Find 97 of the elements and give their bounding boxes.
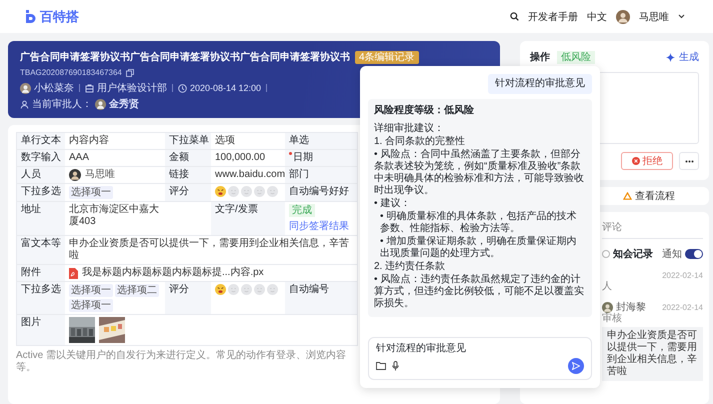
field-label: 下拉多选 bbox=[17, 282, 65, 314]
notify-label: 通知 bbox=[662, 248, 682, 261]
department-name: 用户体验设计部 bbox=[97, 82, 167, 95]
field-value: 选项 bbox=[214, 134, 236, 148]
avatar-icon bbox=[69, 169, 81, 181]
header-link[interactable]: 开发者手册 bbox=[528, 10, 578, 24]
field-value: AAA bbox=[68, 151, 90, 165]
field-label: 日期 bbox=[285, 150, 357, 166]
microphone-icon[interactable] bbox=[392, 361, 399, 371]
comment-note: 审核 bbox=[602, 313, 623, 325]
field-value: 100,000.00 bbox=[214, 151, 266, 165]
header-link[interactable]: 中文 bbox=[587, 10, 607, 24]
field-label: 自动编号好好 bbox=[285, 184, 357, 201]
field-label: 自动编号 bbox=[285, 282, 357, 314]
reject-button[interactable]: 拒绝 bbox=[621, 152, 673, 170]
logo-icon bbox=[26, 10, 38, 23]
created-time: 2020-08-14 12:00 bbox=[190, 83, 262, 93]
person-name: 马思唯 bbox=[85, 169, 115, 181]
field-label: 下拉菜单 bbox=[165, 133, 211, 149]
answer-text: 2. 违约责任条款 bbox=[374, 261, 446, 273]
sync-result-link[interactable]: 同步签署结果 bbox=[289, 221, 349, 233]
send-button[interactable] bbox=[568, 358, 584, 374]
approver-label: 当前审批人： bbox=[32, 98, 92, 111]
field-label: 文字/发票 bbox=[211, 202, 285, 235]
search-icon[interactable] bbox=[510, 12, 519, 21]
section-title: 操作 bbox=[530, 50, 550, 64]
folder-icon[interactable] bbox=[376, 362, 386, 370]
building-icon bbox=[85, 84, 94, 92]
user-name[interactable]: 马思唯 bbox=[639, 10, 669, 24]
angry-face-icon[interactable] bbox=[215, 284, 226, 295]
close-circle-icon bbox=[632, 157, 640, 165]
field-label: 评分 bbox=[165, 282, 211, 314]
comment-date: 2022-02-14 bbox=[662, 270, 703, 280]
field-label: 附件 bbox=[17, 265, 65, 281]
copy-icon[interactable] bbox=[126, 68, 134, 76]
avatar-icon bbox=[602, 302, 613, 312]
risk-tag: 低风险 bbox=[557, 50, 595, 64]
field-label: 单选 bbox=[285, 133, 357, 149]
comment-author: 封海黎 bbox=[616, 300, 646, 313]
avatar-icon bbox=[20, 82, 31, 94]
option-tag: 选择项二 bbox=[115, 284, 159, 297]
radio-button[interactable] bbox=[602, 250, 610, 258]
view-flow-link[interactable]: 查看流程 bbox=[635, 189, 675, 203]
field-label: 图片 bbox=[17, 315, 65, 345]
answer-text: • 建议： bbox=[374, 198, 412, 210]
generate-link[interactable]: 生成 bbox=[679, 50, 699, 64]
field-value: 内容内容 bbox=[68, 134, 110, 148]
owner-name: 小松菜奈 bbox=[34, 82, 74, 95]
answer-text: • 增加质量保证期条款，明确在质量保证期内出现质量问题的处理方式。 bbox=[379, 236, 578, 260]
answer-text: 详细审批建议： bbox=[374, 123, 445, 135]
comment-date: 2022-02-14 bbox=[662, 302, 703, 312]
clock-icon bbox=[178, 84, 187, 92]
angry-face-icon[interactable] bbox=[215, 186, 226, 197]
footer-note: Active 需以关键用户的自发行为来进行定义。常见的动作有登录、浏览内容等。 bbox=[16, 348, 348, 374]
field-label: 评分 bbox=[165, 184, 211, 201]
field-label: 部门 bbox=[285, 167, 357, 183]
radio-label[interactable]: 知会记录 bbox=[613, 247, 653, 261]
message-input[interactable]: 针对流程的审批意见 bbox=[376, 342, 584, 354]
avatar-icon bbox=[95, 98, 106, 110]
status-tag: 完成 bbox=[289, 204, 315, 217]
chevron-down-icon[interactable] bbox=[678, 14, 685, 19]
option-tag: 选择项一 bbox=[69, 299, 113, 312]
sparkle-icon[interactable] bbox=[666, 52, 675, 62]
approver-name: 金秀贤 bbox=[109, 98, 139, 111]
logo-text: 百特搭 bbox=[40, 8, 79, 26]
notify-toggle[interactable] bbox=[685, 249, 703, 259]
question-bubble: 针对流程的审批意见 bbox=[488, 74, 592, 94]
answer-text: 1. 合同条款的完整性 bbox=[374, 136, 466, 148]
answer-text: 风险程度等级：低风险 bbox=[374, 105, 475, 117]
pdf-file-icon bbox=[69, 268, 78, 278]
more-icon bbox=[684, 160, 694, 162]
person-icon bbox=[20, 100, 29, 108]
comment-tab[interactable]: 评论 bbox=[602, 222, 622, 233]
field-label: 金额 bbox=[165, 150, 211, 166]
more-button[interactable] bbox=[679, 152, 699, 170]
field-label: 人员 bbox=[17, 167, 65, 183]
field-label: 富文本等 bbox=[17, 236, 65, 264]
option-tag: 选择项一 bbox=[69, 186, 113, 199]
field-label: 数字输入 bbox=[17, 150, 65, 166]
field-value: 北京市海淀区中嘉大厦403 bbox=[68, 202, 160, 229]
answer-text: • 风险点：合同中虽然涵盖了主要条款，但部分条款表述较为笼统，例如“质量标准及验收”条款中未明确具体的检验标准和方法，可能导致验收时出现争议。 bbox=[374, 149, 585, 197]
comment-bubble: 申办企业资质是否可以提供一下，需要用到企业相关信息，辛苦啦 bbox=[602, 327, 703, 381]
field-label: 下拉多选 bbox=[17, 184, 65, 201]
send-icon bbox=[572, 362, 580, 370]
field-value: www.baidu.com bbox=[214, 168, 285, 182]
comment-note: 人 bbox=[602, 281, 613, 293]
answer-text: • 风险点：违约责任条款虽然规定了违约金的计算方式，但违约金比例较低，可能不足以覆盖实际损失。 bbox=[374, 274, 585, 310]
attachment-link[interactable]: 我是标题内标题标题内标题标提...内容.px bbox=[82, 267, 264, 279]
avatar-icon bbox=[616, 10, 630, 24]
field-value: 申办企业资质是否可以提供一下，需要用到企业相关信息，辛苦啦 bbox=[68, 236, 350, 263]
field-label: 地址 bbox=[17, 202, 65, 235]
field-label: 单行文本 bbox=[17, 133, 65, 149]
field-label: 链接 bbox=[165, 167, 211, 183]
answer-text: • 明确质量标准的具体条款，包括产品的技术参数、性能指标、检验方法等。 bbox=[379, 211, 578, 235]
document-code: TBAG202087690183467364 bbox=[20, 68, 122, 77]
option-tag: 选择项一 bbox=[69, 284, 113, 297]
document-title: 广告合同申请签署协议书广告合同申请签署协议书广告合同申请签署协议书 bbox=[20, 50, 350, 64]
